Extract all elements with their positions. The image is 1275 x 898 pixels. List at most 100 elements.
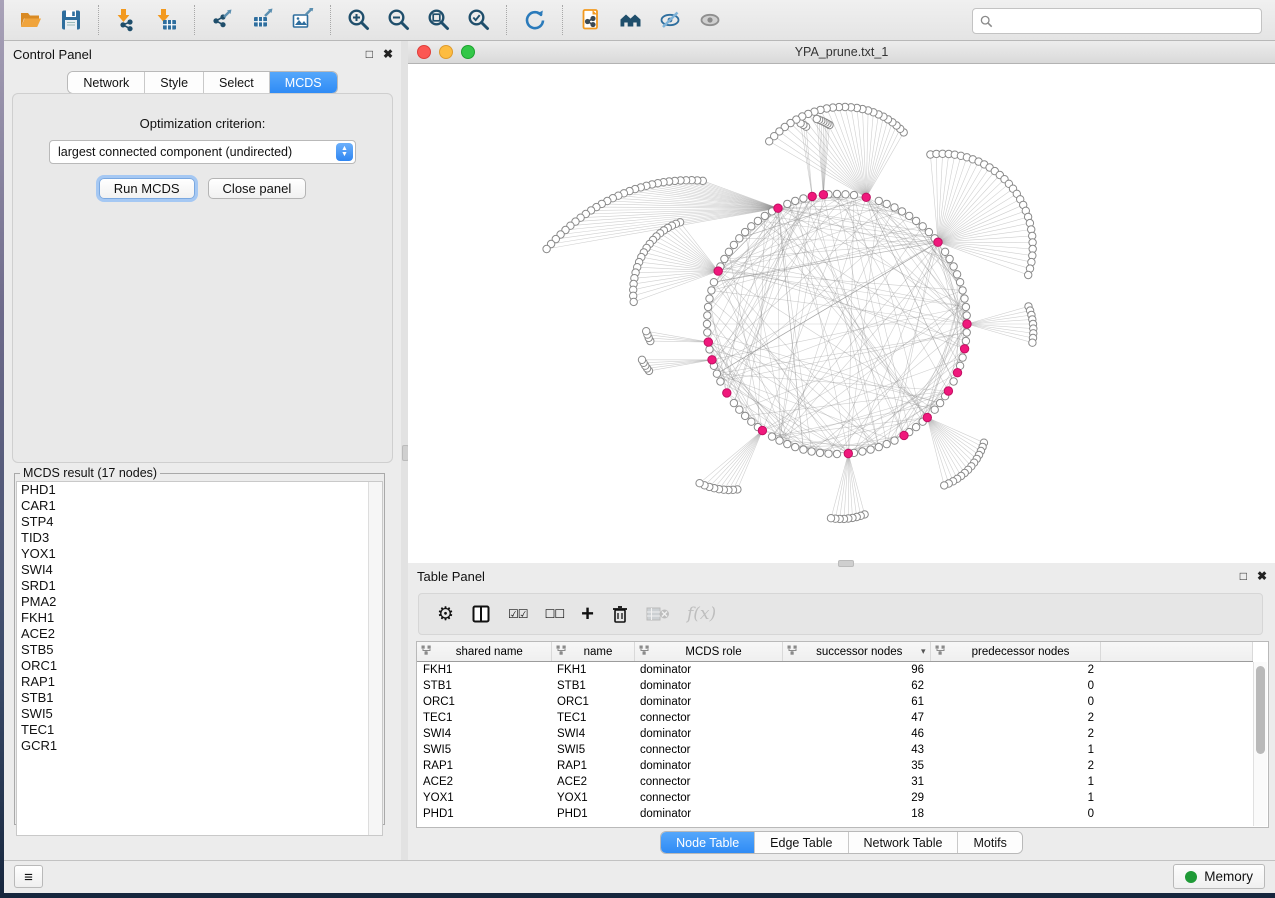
network-node[interactable] — [963, 329, 970, 336]
network-graph[interactable] — [408, 64, 1275, 563]
network-node[interactable] — [925, 228, 932, 235]
network-hub-node[interactable] — [808, 192, 816, 200]
table-cell[interactable]: TEC1 — [417, 710, 551, 726]
network-from-selection-icon[interactable] — [574, 4, 608, 36]
network-node[interactable] — [638, 356, 645, 363]
mcds-result-item[interactable]: RAP1 — [17, 674, 382, 690]
network-hub-node[interactable] — [900, 431, 908, 439]
network-node[interactable] — [875, 197, 882, 204]
network-node[interactable] — [721, 255, 728, 262]
table-scrollbar[interactable] — [1253, 662, 1267, 826]
import-network-icon[interactable] — [110, 4, 144, 36]
table-cell[interactable]: 1 — [930, 790, 1100, 806]
table-settings-gear-icon[interactable]: ⚙ — [437, 605, 454, 624]
table-cell[interactable]: connector — [634, 790, 782, 806]
mcds-result-item[interactable]: ORC1 — [17, 658, 382, 674]
run-mcds-button[interactable]: Run MCDS — [99, 178, 195, 199]
table-row[interactable]: STB1STB1dominator620 — [417, 678, 1253, 694]
table-cell[interactable]: 18 — [782, 806, 930, 822]
network-hub-node[interactable] — [704, 338, 712, 346]
table-cell[interactable]: 62 — [782, 678, 930, 694]
table-cell[interactable]: 2 — [930, 758, 1100, 774]
network-node[interactable] — [859, 448, 866, 455]
network-hub-node[interactable] — [944, 387, 952, 395]
result-list-scrollbar[interactable] — [368, 482, 382, 835]
network-hub-node[interactable] — [953, 369, 961, 377]
network-node[interactable] — [800, 195, 807, 202]
column-header-shared-name[interactable]: shared name — [417, 642, 551, 662]
close-panel-icon[interactable]: ✖ — [1257, 570, 1267, 582]
network-node[interactable] — [748, 418, 755, 425]
mcds-result-item[interactable]: STP4 — [17, 514, 382, 530]
table-cell[interactable]: 35 — [782, 758, 930, 774]
network-node[interactable] — [813, 115, 820, 122]
table-cell[interactable]: STB1 — [551, 678, 634, 694]
network-hub-node[interactable] — [714, 267, 722, 275]
table-row[interactable]: TEC1TEC1connector472 — [417, 710, 1253, 726]
network-canvas[interactable] — [408, 64, 1275, 563]
optimization-criterion-select[interactable]: largest connected component (undirected)… — [49, 140, 356, 164]
network-node[interactable] — [736, 406, 743, 413]
zoom-in-icon[interactable] — [342, 4, 376, 36]
table-cell[interactable]: 1 — [930, 742, 1100, 758]
network-hub-node[interactable] — [708, 356, 716, 364]
table-cell[interactable]: ACE2 — [551, 774, 634, 790]
table-cell[interactable]: dominator — [634, 662, 782, 679]
network-node[interactable] — [946, 255, 953, 262]
tab-network-table[interactable]: Network Table — [848, 832, 958, 853]
network-node[interactable] — [761, 212, 768, 219]
first-neighbors-icon[interactable] — [614, 4, 648, 36]
table-row[interactable]: ORC1ORC1dominator610 — [417, 694, 1253, 710]
network-hub-node[interactable] — [758, 426, 766, 434]
table-cell[interactable]: connector — [634, 710, 782, 726]
tab-select[interactable]: Select — [203, 72, 269, 93]
table-cell[interactable]: dominator — [634, 678, 782, 694]
mcds-result-item[interactable]: GCR1 — [17, 738, 382, 754]
network-node[interactable] — [833, 450, 840, 457]
network-node[interactable] — [898, 208, 905, 215]
network-node[interactable] — [704, 312, 711, 319]
network-node[interactable] — [941, 248, 948, 255]
network-node[interactable] — [941, 482, 948, 489]
table-scrollbar-thumb[interactable] — [1256, 666, 1265, 754]
column-header-predecessor-nodes[interactable]: predecessor nodes — [930, 642, 1100, 662]
table-cell[interactable]: 1 — [930, 774, 1100, 790]
zoom-out-icon[interactable] — [382, 4, 416, 36]
mcds-result-item[interactable]: CAR1 — [17, 498, 382, 514]
table-row[interactable]: SWI4SWI4dominator462 — [417, 726, 1253, 742]
table-cell[interactable]: SWI4 — [417, 726, 551, 742]
network-hub-node[interactable] — [960, 345, 968, 353]
network-node[interactable] — [704, 303, 711, 310]
table-cell[interactable]: 31 — [782, 774, 930, 790]
table-cell[interactable]: ACE2 — [417, 774, 551, 790]
close-panel-icon[interactable]: ✖ — [383, 48, 393, 60]
network-node[interactable] — [706, 295, 713, 302]
mcds-result-item[interactable]: TEC1 — [17, 722, 382, 738]
table-cell[interactable]: 2 — [930, 710, 1100, 726]
network-node[interactable] — [833, 190, 840, 197]
table-cell[interactable]: SWI5 — [551, 742, 634, 758]
close-panel-button[interactable]: Close panel — [208, 178, 307, 199]
network-node[interactable] — [706, 346, 713, 353]
delete-table-icon[interactable] — [646, 606, 670, 622]
search-input[interactable] — [998, 10, 1261, 32]
apply-layout-icon[interactable] — [518, 4, 552, 36]
network-node[interactable] — [710, 279, 717, 286]
network-node[interactable] — [643, 328, 650, 335]
table-cell[interactable]: PHD1 — [551, 806, 634, 822]
network-node[interactable] — [1029, 339, 1036, 346]
network-node[interactable] — [784, 440, 791, 447]
network-node[interactable] — [936, 399, 943, 406]
table-cell[interactable]: dominator — [634, 806, 782, 822]
mcds-result-item[interactable]: PMA2 — [17, 594, 382, 610]
function-builder-icon[interactable]: f(x) — [687, 604, 716, 624]
table-cell[interactable]: STB1 — [417, 678, 551, 694]
network-node[interactable] — [766, 138, 773, 145]
network-hub-node[interactable] — [723, 389, 731, 397]
network-node[interactable] — [768, 433, 775, 440]
table-row[interactable]: SWI5SWI5connector431 — [417, 742, 1253, 758]
mcds-result-item[interactable]: ACE2 — [17, 626, 382, 642]
network-node[interactable] — [792, 197, 799, 204]
table-cell[interactable]: dominator — [634, 758, 782, 774]
network-node[interactable] — [961, 295, 968, 302]
